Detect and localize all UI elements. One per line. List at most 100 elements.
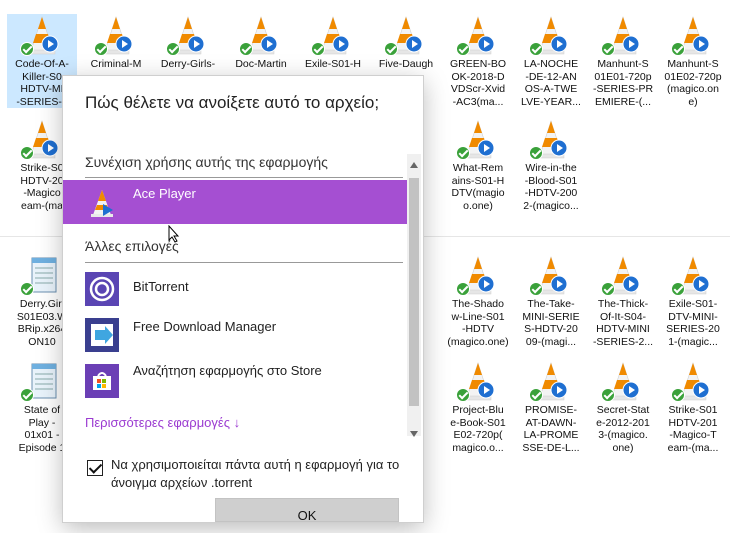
file-item[interactable]: Manhunt-S 01E02-720p (magico.on e) bbox=[658, 14, 728, 108]
divider bbox=[85, 262, 403, 263]
file-item[interactable]: Project-Blu e-Book-S01 E02-720p( magico.… bbox=[443, 360, 513, 454]
sync-check-icon bbox=[384, 42, 398, 56]
sync-check-icon bbox=[456, 282, 470, 296]
sync-check-icon bbox=[456, 42, 470, 56]
file-label: The-Shado w-Line-S01 -HDTV (magico.one) bbox=[447, 298, 509, 348]
sync-check-icon bbox=[456, 146, 470, 160]
file-label: Manhunt-S 01E01-720p -SERIES-PR EMIERE-(… bbox=[592, 58, 654, 108]
file-label: Criminal-M bbox=[90, 58, 142, 70]
store-icon bbox=[85, 364, 119, 398]
file-item[interactable]: Criminal-M bbox=[81, 14, 151, 71]
sync-check-icon bbox=[20, 146, 34, 160]
file-item[interactable]: Secret-Stat e-2012-201 3-(magico. one) bbox=[588, 360, 658, 454]
always-use-label: Να χρησιμοποιείται πάντα αυτή η εφαρμογή… bbox=[111, 457, 400, 490]
sync-check-icon bbox=[671, 42, 685, 56]
vlc-file-icon bbox=[529, 254, 571, 298]
file-item[interactable]: Wire-in-the -Blood-S01 -HDTV-200 2-(magi… bbox=[516, 118, 586, 212]
vlc-file-icon bbox=[456, 360, 498, 404]
divider bbox=[85, 177, 403, 178]
app-name: Αναζήτηση εφαρμογής στο Store bbox=[133, 363, 322, 378]
file-item[interactable]: Strike-S01 HDTV-201 -Magico-T eam-(ma... bbox=[658, 360, 728, 454]
text-file-icon bbox=[20, 360, 62, 404]
vlc-file-icon bbox=[239, 14, 281, 58]
vlc-file-icon bbox=[94, 14, 136, 58]
file-label: Exile-S01-H bbox=[304, 58, 362, 70]
always-use-checkbox[interactable] bbox=[87, 460, 103, 476]
file-item[interactable]: Exile-S01-H bbox=[298, 14, 368, 71]
sync-check-icon bbox=[239, 42, 253, 56]
file-item[interactable]: Manhunt-S 01E01-720p -SERIES-PR EMIERE-(… bbox=[588, 14, 658, 108]
sync-check-icon bbox=[529, 388, 543, 402]
file-label: Exile-S01- DTV-MINI- SERIES-20 1-(magic.… bbox=[666, 298, 720, 348]
fdm-icon bbox=[85, 318, 119, 352]
vlc-file-icon bbox=[20, 118, 62, 162]
file-label: Wire-in-the -Blood-S01 -HDTV-200 2-(magi… bbox=[523, 162, 579, 212]
scroll-up-arrow-icon[interactable] bbox=[410, 156, 418, 168]
vlc-file-icon bbox=[456, 254, 498, 298]
file-item[interactable]: Derry-Girls- bbox=[153, 14, 223, 71]
file-label: Strike-S01 HDTV-201 -Magico-T eam-(ma... bbox=[667, 404, 719, 454]
ok-button[interactable]: OK bbox=[215, 498, 399, 523]
vlc-file-icon bbox=[671, 360, 713, 404]
file-item[interactable]: What-Rem ains-S01-H DTV(magio o.one) bbox=[443, 118, 513, 212]
file-label: GREEN-BO OK-2018-D VDScr-Xvid -AC3(ma... bbox=[449, 58, 506, 108]
vlc-file-icon bbox=[529, 14, 571, 58]
dialog-title: Πώς θέλετε να ανοίξετε αυτό το αρχείο; bbox=[85, 93, 380, 112]
app-name: BitTorrent bbox=[133, 279, 189, 294]
sync-check-icon bbox=[20, 282, 34, 296]
file-label: LA-NOCHE -DE-12-AN OS-A-TWE LVE-YEAR... bbox=[521, 58, 581, 108]
app-name: Free Download Manager bbox=[133, 319, 277, 334]
sync-check-icon bbox=[20, 388, 34, 402]
app-ace-player[interactable]: Ace Player bbox=[63, 180, 407, 224]
file-label: Secret-Stat e-2012-201 3-(magico. one) bbox=[596, 404, 650, 454]
file-label: Manhunt-S 01E02-720p (magico.on e) bbox=[664, 58, 722, 108]
sync-check-icon bbox=[529, 282, 543, 296]
vlc-file-icon bbox=[601, 14, 643, 58]
file-label: Project-Blu e-Book-S01 E02-720p( magico.… bbox=[450, 404, 506, 454]
sync-check-icon bbox=[20, 42, 34, 56]
vlc-file-icon bbox=[166, 14, 208, 58]
app-free-download-manager[interactable]: Free Download Manager bbox=[63, 312, 407, 356]
vlc-file-icon bbox=[529, 118, 571, 162]
sync-check-icon bbox=[456, 388, 470, 402]
vlc-file-icon bbox=[311, 14, 353, 58]
vlc-file-icon bbox=[456, 118, 498, 162]
other-options-heading: Άλλες επιλογές bbox=[85, 238, 179, 254]
file-item[interactable]: LA-NOCHE -DE-12-AN OS-A-TWE LVE-YEAR... bbox=[516, 14, 586, 108]
file-item[interactable]: The-Take- MINI-SERIE S-HDTV-20 09-(magi.… bbox=[516, 254, 586, 348]
app-name: Ace Player bbox=[133, 186, 196, 201]
file-item[interactable]: The-Shado w-Line-S01 -HDTV (magico.one) bbox=[443, 254, 513, 348]
sync-check-icon bbox=[601, 388, 615, 402]
vlc-file-icon bbox=[601, 360, 643, 404]
scrollbar-thumb[interactable] bbox=[409, 178, 419, 406]
sync-check-icon bbox=[166, 42, 180, 56]
file-item[interactable]: Five-Daugh bbox=[371, 14, 441, 71]
bittorrent-icon bbox=[85, 272, 119, 306]
open-with-dialog: Πώς θέλετε να ανοίξετε αυτό το αρχείο; Σ… bbox=[63, 76, 423, 523]
file-item[interactable]: PROMISE- AT-DAWN- LA-PROME SSE-DE-L... bbox=[516, 360, 586, 454]
sync-check-icon bbox=[671, 282, 685, 296]
file-label: Five-Daugh bbox=[378, 58, 434, 70]
sync-check-icon bbox=[529, 42, 543, 56]
app-store-search[interactable]: Αναζήτηση εφαρμογής στο Store bbox=[63, 358, 407, 402]
sync-check-icon bbox=[311, 42, 325, 56]
scroll-down-arrow-icon[interactable] bbox=[410, 425, 418, 437]
file-label: The-Thick- Of-It-S04- HDTV-MINI -SERIES-… bbox=[592, 298, 654, 348]
file-item[interactable]: Exile-S01- DTV-MINI- SERIES-20 1-(magic.… bbox=[658, 254, 728, 348]
file-item[interactable]: Doc-Martin bbox=[226, 14, 296, 71]
text-file-icon bbox=[20, 254, 62, 298]
sync-check-icon bbox=[601, 282, 615, 296]
sync-check-icon bbox=[529, 146, 543, 160]
file-label: Doc-Martin bbox=[235, 58, 287, 70]
vlc-file-icon bbox=[671, 254, 713, 298]
vlc-file-icon bbox=[601, 254, 643, 298]
sync-check-icon bbox=[671, 388, 685, 402]
file-item[interactable]: The-Thick- Of-It-S04- HDTV-MINI -SERIES-… bbox=[588, 254, 658, 348]
app-bittorrent[interactable]: BitTorrent bbox=[63, 266, 407, 310]
vlc-file-icon bbox=[384, 14, 426, 58]
vlc-file-icon bbox=[529, 360, 571, 404]
ace-player-icon bbox=[85, 186, 119, 220]
keep-using-heading: Συνέχιση χρήσης αυτής της εφαρμογής bbox=[85, 154, 328, 170]
file-item[interactable]: GREEN-BO OK-2018-D VDScr-Xvid -AC3(ma... bbox=[443, 14, 513, 108]
more-apps-link[interactable]: Περισσότερες εφαρμογές ↓ bbox=[85, 415, 240, 430]
